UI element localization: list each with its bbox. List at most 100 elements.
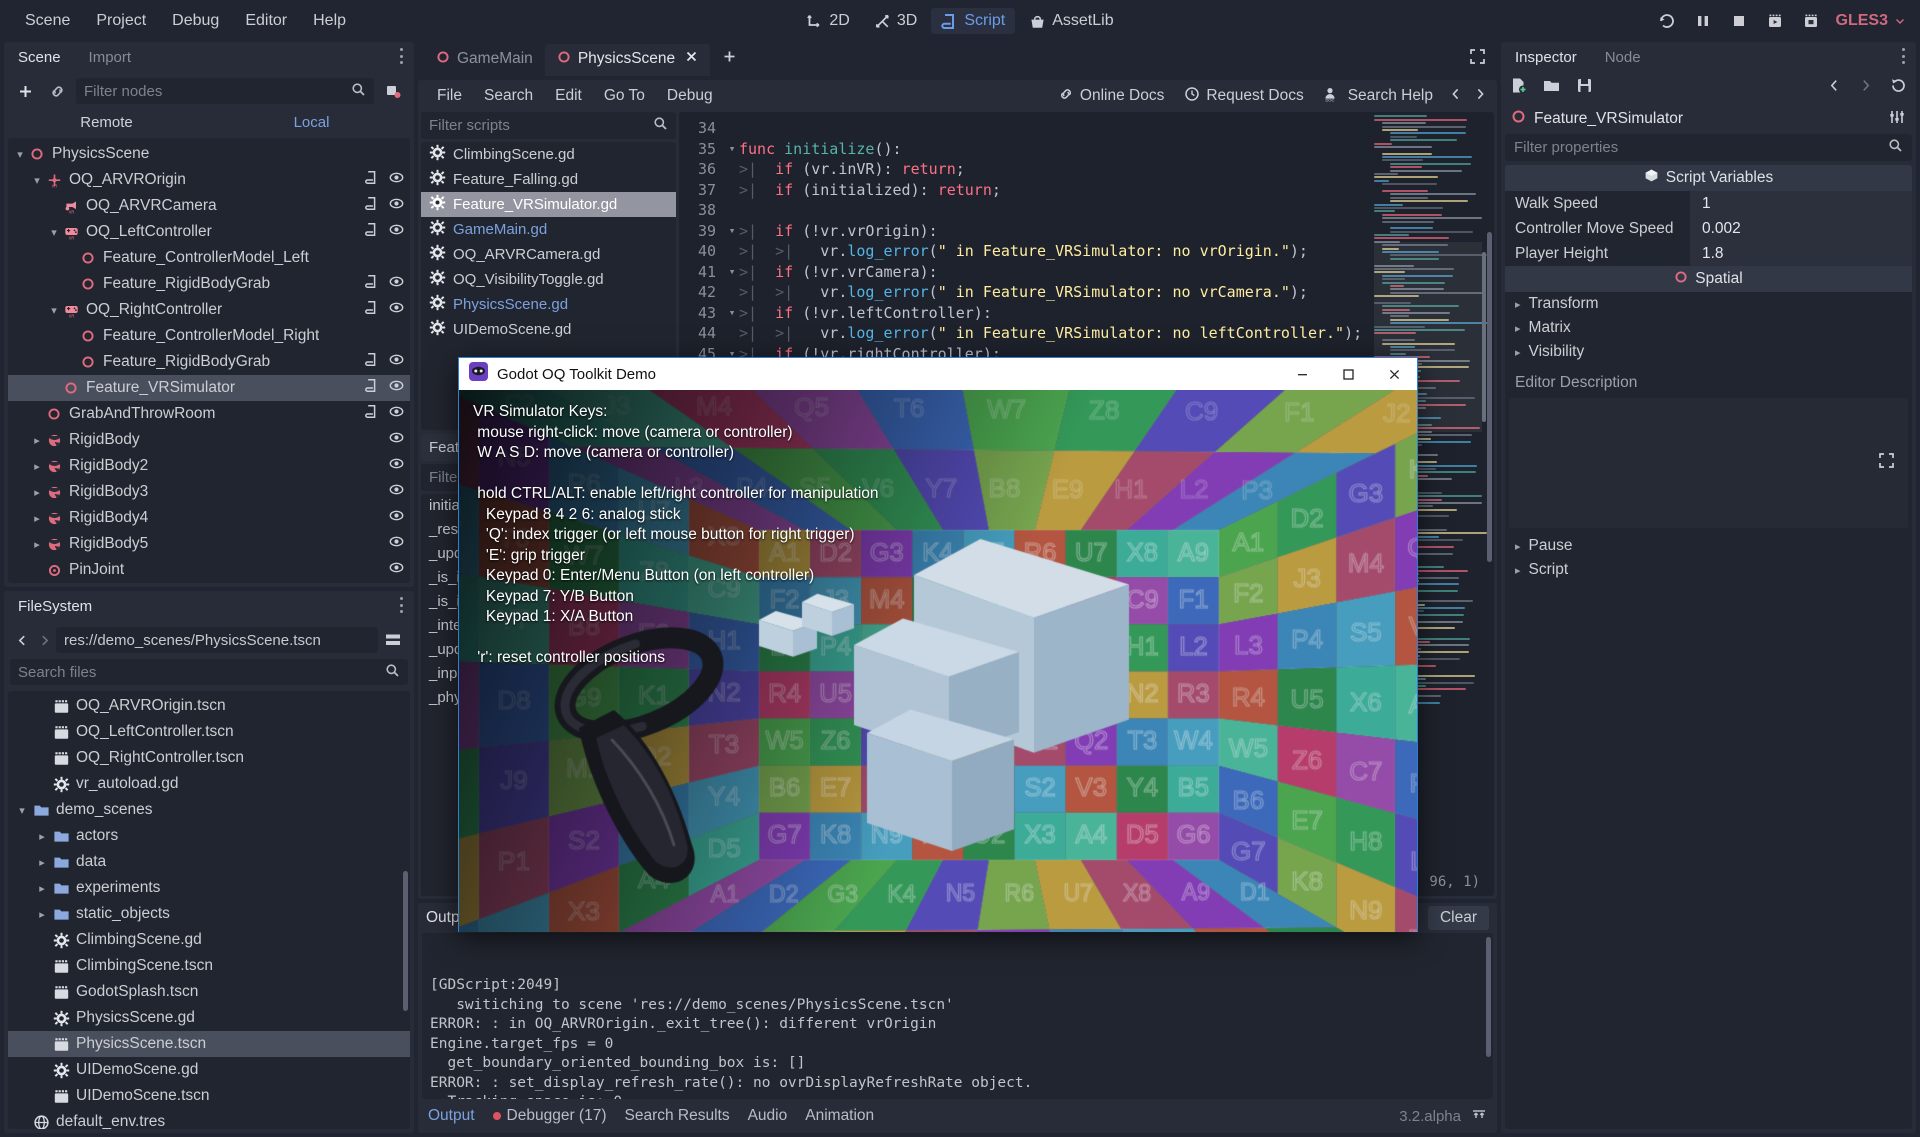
filesystem-item[interactable]: PhysicsScene.tscn xyxy=(8,1031,410,1057)
expand-bottom-panel-icon[interactable] xyxy=(1471,1106,1487,1126)
expand-arrow-icon[interactable]: ▾ xyxy=(47,226,61,239)
expand-arrow-icon[interactable]: ▸ xyxy=(30,486,44,499)
visibility-toggle-icon[interactable] xyxy=(389,430,404,450)
help-button-online-docs[interactable]: Online Docs xyxy=(1050,83,1172,110)
close-icon[interactable] xyxy=(1371,358,1417,390)
game-preview-window[interactable]: Godot OQ Toolkit Demo VR Simulator Keys:… xyxy=(458,357,1418,932)
visibility-toggle-icon[interactable] xyxy=(389,274,404,294)
inspector-subsection[interactable]: ▸Matrix xyxy=(1505,316,1912,340)
script-list-item[interactable]: Feature_Falling.gd xyxy=(421,167,676,192)
scene-tab-gamemain[interactable]: GameMain xyxy=(424,44,545,76)
script-menu-edit[interactable]: Edit xyxy=(544,84,593,108)
scene-tree-item[interactable]: XROQ_ARVRCamera xyxy=(8,193,410,219)
inspector-subsection[interactable]: ▸Pause xyxy=(1505,534,1912,558)
expand-arrow-icon[interactable]: ▸ xyxy=(30,512,44,525)
script-list-item[interactable]: OQ_VisibilityToggle.gd xyxy=(421,267,676,292)
bottom-tab-output[interactable]: Output xyxy=(428,1107,475,1125)
search-files-input[interactable]: Search files xyxy=(10,659,408,685)
editor-description-box[interactable] xyxy=(1509,398,1908,528)
filesystem-item[interactable]: default_env.tres xyxy=(8,1109,410,1129)
help-button-request-docs[interactable]: Request Docs xyxy=(1176,83,1311,110)
script-list-item[interactable]: UIDemoScene.gd xyxy=(421,317,676,342)
menu-editor[interactable]: Editor xyxy=(232,8,300,34)
script-badge-icon[interactable] xyxy=(365,222,380,242)
script-badge-icon[interactable] xyxy=(365,378,380,398)
inspector-subsection[interactable]: ▸Transform xyxy=(1505,292,1912,316)
visibility-toggle-icon[interactable] xyxy=(389,534,404,554)
scene-tree[interactable]: ▾PhysicsScene▾XROQ_ARVROriginXROQ_ARVRCa… xyxy=(8,138,410,583)
expand-arrow-icon[interactable]: ▾ xyxy=(13,148,27,161)
expand-arrow-icon[interactable]: ▸ xyxy=(34,830,50,843)
script-menu-search[interactable]: Search xyxy=(473,84,544,108)
filter-properties-input[interactable]: Filter properties xyxy=(1505,134,1912,161)
save-resource-icon[interactable] xyxy=(1575,76,1594,100)
history-next-icon[interactable] xyxy=(1858,78,1873,98)
scene-tree-item[interactable]: ▸RigidBody2 xyxy=(8,453,410,479)
filesystem-tree[interactable]: OQ_ARVROrigin.tscnOQ_LeftController.tscn… xyxy=(8,691,410,1129)
instance-scene-button[interactable] xyxy=(44,78,70,104)
scene-tree-item[interactable]: Feature_ControllerModel_Right xyxy=(8,323,410,349)
fs-back-button[interactable] xyxy=(12,627,32,653)
scene-remote-button[interactable]: Remote xyxy=(4,110,209,136)
clear-output-button[interactable]: Clear xyxy=(1428,906,1489,930)
reload-icon[interactable] xyxy=(1656,10,1678,32)
tab-import[interactable]: Import xyxy=(75,44,146,72)
script-badge-icon[interactable] xyxy=(365,352,380,372)
add-scene-tab-button[interactable] xyxy=(710,43,749,76)
code-fold-icon[interactable]: ▾ xyxy=(725,224,739,237)
visibility-toggle-icon[interactable] xyxy=(389,378,404,398)
scene-tree-item[interactable]: Feature_VRSimulator xyxy=(8,375,410,401)
inspector-subsection[interactable]: ▸Visibility xyxy=(1505,340,1912,364)
expand-icon[interactable] xyxy=(1877,451,1896,475)
menu-scene[interactable]: Scene xyxy=(12,8,83,34)
filesystem-item[interactable]: OQ_LeftController.tscn xyxy=(8,719,410,745)
pause-icon[interactable] xyxy=(1692,10,1714,32)
inspector-properties[interactable]: Script VariablesWalk Speed1Controller Mo… xyxy=(1505,165,1912,1129)
scene-tree-item[interactable]: Feature_RigidBodyGrab xyxy=(8,271,410,297)
filesystem-item[interactable]: ▸experiments xyxy=(8,875,410,901)
game-viewport[interactable]: VR Simulator Keys: mouse right-click: mo… xyxy=(459,390,1417,932)
bottom-tab-debugger[interactable]: Debugger (17) xyxy=(493,1107,607,1125)
filesystem-item[interactable]: ▸actors xyxy=(8,823,410,849)
inspector-subsection[interactable]: ▸Script xyxy=(1505,558,1912,582)
scene-tree-item[interactable]: Feature_RigidBodyGrab xyxy=(8,349,410,375)
tab-scene[interactable]: Scene xyxy=(4,44,75,72)
tab-node[interactable]: Node xyxy=(1591,44,1655,72)
distraction-free-mode-icon[interactable] xyxy=(1468,47,1497,71)
expand-arrow-icon[interactable]: ▸ xyxy=(34,882,50,895)
inspector-dock-menu-icon[interactable] xyxy=(1896,48,1910,64)
code-fold-icon[interactable]: ▾ xyxy=(725,265,739,278)
expand-arrow-icon[interactable]: ▸ xyxy=(34,908,50,921)
help-button-search-help[interactable]: DOCSearch Help xyxy=(1316,83,1441,110)
visibility-toggle-icon[interactable] xyxy=(389,404,404,424)
scene-local-button[interactable]: Local xyxy=(209,110,414,136)
next-script-icon[interactable] xyxy=(1473,87,1487,106)
output-log[interactable]: [GDScript:2049] switiching to scene 'res… xyxy=(422,933,1493,1099)
history-icon[interactable] xyxy=(1889,76,1908,100)
add-node-button[interactable] xyxy=(12,78,38,104)
visibility-toggle-icon[interactable] xyxy=(389,300,404,320)
visibility-toggle-icon[interactable] xyxy=(389,352,404,372)
filesystem-dock-menu-icon[interactable] xyxy=(394,597,408,613)
scene-tree-item[interactable]: ▸RigidBody3 xyxy=(8,479,410,505)
game-window-titlebar[interactable]: Godot OQ Toolkit Demo xyxy=(459,358,1417,390)
script-list-item[interactable]: PhysicsScene.gd xyxy=(421,292,676,317)
stop-icon[interactable] xyxy=(1728,10,1750,32)
mode-button-3d[interactable]: 3D xyxy=(864,8,927,34)
filesystem-item[interactable]: GodotSplash.tscn xyxy=(8,979,410,1005)
inspector-property-value[interactable]: 1.8 xyxy=(1690,241,1912,266)
scene-tree-item[interactable]: ▸RigidBody5 xyxy=(8,531,410,557)
script-badge-icon[interactable] xyxy=(365,404,380,424)
output-scrollbar[interactable] xyxy=(1486,937,1491,1057)
visibility-toggle-icon[interactable] xyxy=(389,222,404,242)
script-menu-file[interactable]: File xyxy=(426,84,473,108)
script-badge-icon[interactable] xyxy=(365,274,380,294)
filter-nodes-input[interactable]: Filter nodes xyxy=(76,78,374,104)
mode-button-script[interactable]: Script xyxy=(931,8,1015,34)
expand-arrow-icon[interactable]: ▸ xyxy=(1515,540,1521,553)
script-badge-icon[interactable] xyxy=(365,170,380,190)
expand-arrow-icon[interactable]: ▸ xyxy=(1515,298,1521,311)
scene-tab-physicsscene[interactable]: PhysicsScene xyxy=(545,44,710,76)
script-list-item[interactable]: GameMain.gd xyxy=(421,217,676,242)
code-fold-icon[interactable]: ▾ xyxy=(725,142,739,155)
